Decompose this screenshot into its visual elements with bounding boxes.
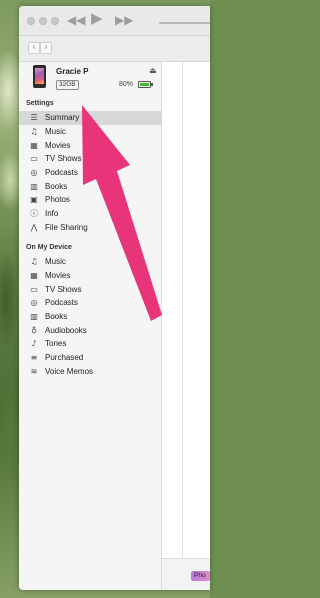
device-item-audiobooks[interactable]: ♁ Audiobooks: [19, 323, 162, 337]
summary-icon: ☰: [30, 113, 38, 123]
battery-percent: 80%: [119, 81, 134, 88]
music-icon: ♫: [30, 127, 38, 137]
main-content: Pho: [162, 62, 210, 590]
device-item-label: Music: [45, 257, 66, 267]
device-item-label: Books: [45, 312, 68, 322]
device-item-tv-shows[interactable]: ▭ TV Shows: [19, 282, 162, 296]
settings-item-summary[interactable]: ☰ Summary: [19, 111, 162, 125]
device-item-label: Voice Memos: [45, 366, 94, 376]
device-item-books[interactable]: ▥ Books: [19, 310, 162, 324]
books-icon: ▥: [30, 312, 38, 322]
device-item-label: Tones: [45, 339, 67, 349]
device-item-podcasts[interactable]: ◎ Podcasts: [19, 296, 162, 310]
podcasts-icon: ◎: [30, 298, 38, 308]
purchased-icon: ≡: [30, 353, 38, 363]
back-button[interactable]: ‹: [28, 42, 40, 54]
device-item-tones[interactable]: ♪ Tones: [19, 337, 162, 351]
settings-item-label: Movies: [45, 140, 71, 150]
podcasts-icon: ◎: [30, 168, 38, 178]
books-icon: ▥: [30, 181, 38, 191]
volume-slider[interactable]: [159, 22, 210, 24]
settings-item-label: Summary: [45, 113, 80, 123]
storage-footer: Pho: [162, 558, 210, 590]
settings-item-podcasts[interactable]: ◎ Podcasts: [19, 166, 162, 180]
settings-item-label: Music: [45, 127, 66, 137]
music-icon: ♫: [30, 257, 38, 267]
on-my-device-list: ♫ Music ▦ Movies ▭ TV Shows ◎ Podcasts ▥ Books ♁ Au…: [19, 255, 162, 378]
device-item-label: Movies: [45, 271, 71, 281]
capacity-badge: 32GB: [56, 80, 79, 90]
rewind-icon[interactable]: ◀◀: [67, 13, 85, 27]
movies-icon: ▦: [30, 271, 38, 281]
battery-icon: [138, 81, 151, 88]
minimize-window-button[interactable]: [39, 17, 47, 25]
device-item-label: Audiobooks: [45, 325, 87, 335]
settings-item-movies[interactable]: ▦ Movies: [19, 138, 162, 152]
settings-item-label: Photos: [45, 195, 70, 205]
settings-item-label: TV Shows: [45, 154, 82, 164]
navigation-bar: ‹ ›: [19, 36, 210, 62]
device-name: Gracie P: [56, 67, 89, 76]
device-header[interactable]: Gracie P ⏏ 32GB 80%: [19, 62, 162, 98]
device-item-label: Podcasts: [45, 298, 78, 308]
settings-item-label: File Sharing: [45, 222, 88, 232]
settings-heading: Settings: [26, 100, 54, 107]
title-bar: ◀◀ ▶ ▶▶: [19, 6, 210, 36]
movies-icon: ▦: [30, 140, 38, 150]
settings-item-photos[interactable]: ▣ Photos: [19, 193, 162, 207]
device-item-voice-memos[interactable]: ≋ Voice Memos: [19, 365, 162, 379]
settings-item-label: Info: [45, 209, 59, 219]
settings-item-label: Podcasts: [45, 168, 78, 178]
info-icon: ⓘ: [30, 209, 38, 219]
device-item-movies[interactable]: ▦ Movies: [19, 269, 162, 283]
file-sharing-icon: ⋀: [30, 222, 38, 232]
settings-list: ☰ Summary ♫ Music ▦ Movies ▭ TV Shows ◎ Podcasts ▥…: [19, 111, 162, 234]
content-divider: [182, 62, 183, 562]
settings-item-tv-shows[interactable]: ▭ TV Shows: [19, 152, 162, 166]
forward-button[interactable]: ›: [40, 42, 52, 54]
audiobooks-icon: ♁: [31, 325, 37, 335]
zoom-window-button[interactable]: [51, 17, 59, 25]
settings-item-info[interactable]: ⓘ Info: [19, 207, 162, 221]
settings-item-music[interactable]: ♫ Music: [19, 125, 162, 139]
sidebar: Gracie P ⏏ 32GB 80% Settings ☰ Summary ♫ Mu…: [19, 62, 162, 590]
device-item-purchased[interactable]: ≡ Purchased: [19, 351, 162, 365]
device-item-label: TV Shows: [45, 284, 82, 294]
settings-item-label: Books: [45, 181, 68, 191]
on-my-device-heading: On My Device: [26, 244, 72, 251]
photos-storage-segment: Pho: [191, 571, 210, 581]
tones-icon: ♪: [31, 339, 37, 349]
tv-icon: ▭: [30, 284, 38, 294]
photos-icon: ▣: [30, 195, 38, 205]
tv-icon: ▭: [30, 154, 38, 164]
close-window-button[interactable]: [27, 17, 35, 25]
settings-item-file-sharing[interactable]: ⋀ File Sharing: [19, 221, 162, 235]
device-item-music[interactable]: ♫ Music: [19, 255, 162, 269]
settings-item-books[interactable]: ▥ Books: [19, 179, 162, 193]
play-icon[interactable]: ▶: [91, 11, 103, 26]
fast-forward-icon[interactable]: ▶▶: [115, 13, 133, 27]
iphone-icon: [33, 65, 46, 88]
eject-icon[interactable]: ⏏: [149, 66, 157, 75]
device-item-label: Purchased: [45, 353, 84, 363]
voice-memos-icon: ≋: [30, 366, 38, 376]
itunes-window: ◀◀ ▶ ▶▶ ‹ › Gracie P ⏏ 32GB 80% Settings…: [19, 6, 210, 590]
